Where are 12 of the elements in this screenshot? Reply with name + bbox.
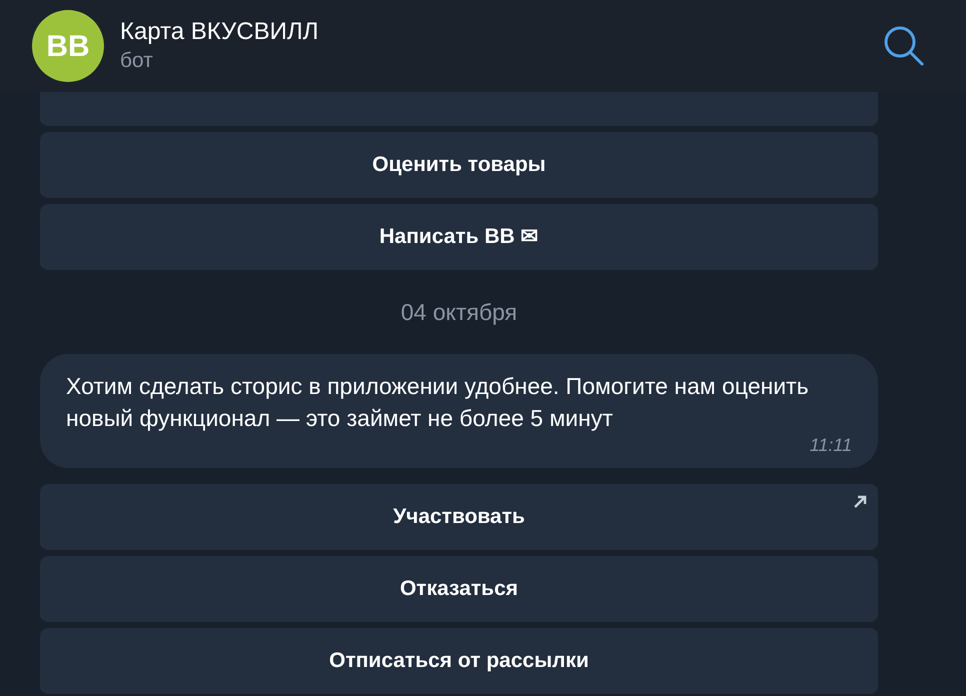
keyboard-button[interactable]: Отказаться (40, 556, 878, 622)
message-time: 11:11 (808, 434, 852, 456)
message-text: Хотим сделать сторис в приложении удобнее. Помогите нам оценить новый функционал — это займет не более 5 минут (66, 372, 810, 433)
date-label: 04 октября (400, 298, 518, 327)
keyboard-button[interactable]: Отписаться от рассылки (40, 628, 878, 694)
keyboard-button[interactable]: Участвовать (40, 484, 878, 550)
chat-subtitle: бот (120, 48, 154, 74)
chat-title: Карта ВКУСВИЛЛ (120, 17, 318, 47)
keyboard-button[interactable]: Написать ВВ ✉ (40, 204, 878, 270)
keyboard-button[interactable]: Оценить товары (40, 132, 878, 198)
avatar: BB (32, 10, 104, 82)
search-icon[interactable] (882, 24, 926, 68)
